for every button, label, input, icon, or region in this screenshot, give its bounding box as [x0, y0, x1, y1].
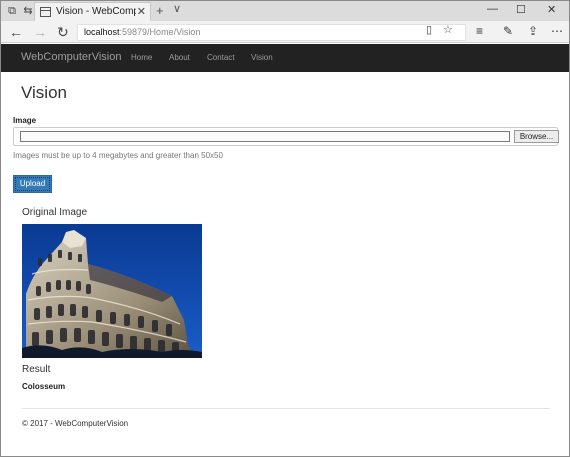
pen-icon[interactable]: ✎ [503, 24, 513, 38]
share-icon[interactable]: ⇪ [528, 24, 538, 38]
brand-link[interactable]: WebComputerVision [21, 51, 121, 63]
nav-about[interactable]: About [169, 53, 190, 62]
address-bar[interactable]: localhost:59879/Home/Vision [77, 24, 466, 41]
footer-text: © 2017 - WebComputerVision [22, 419, 129, 428]
result-heading: Result [22, 364, 51, 375]
original-image [22, 224, 202, 358]
close-window-icon[interactable]: ✕ [547, 3, 556, 16]
browse-button[interactable]: Browse... [514, 130, 559, 143]
refresh-icon[interactable]: ↻ [57, 24, 69, 40]
reading-view-icon[interactable]: ▯ [426, 23, 432, 36]
tab-preview-icon[interactable]: ⇆ [21, 4, 35, 18]
page-title: Vision [21, 83, 67, 102]
tab-close-icon[interactable]: ✕ [137, 5, 146, 18]
url-text[interactable]: localhost:59879/Home/Vision [84, 27, 200, 37]
tab-menu-icon[interactable]: ∨ [173, 2, 181, 15]
more-icon[interactable]: ⋯ [551, 24, 563, 38]
new-tab-icon[interactable]: + [156, 3, 164, 18]
nav-contact[interactable]: Contact [207, 53, 235, 62]
maximize-icon[interactable]: ☐ [516, 3, 526, 16]
page-favicon-icon [40, 7, 51, 17]
upload-button[interactable]: Upload [13, 175, 52, 193]
nav-home[interactable]: Home [131, 53, 152, 62]
set-aside-tabs-icon[interactable]: ⧉ [5, 4, 19, 18]
image-help-text: Images must be up to 4 megabytes and gre… [13, 151, 223, 160]
file-path-field[interactable] [20, 131, 510, 142]
image-field-label: Image [13, 116, 37, 125]
original-image-heading: Original Image [22, 207, 88, 218]
back-icon[interactable]: ← [9, 24, 23, 40]
browser-window: ⧉ ⇆ Vision - WebComputerV ✕ + ∨ — ☐ ✕ ← … [0, 0, 570, 457]
url-host: localhost [84, 27, 120, 37]
result-value: Colosseum [22, 382, 66, 391]
forward-icon[interactable]: → [33, 24, 47, 40]
tab-vision[interactable]: Vision - WebComputerV ✕ [34, 2, 151, 21]
footer-divider [22, 408, 550, 409]
minimize-icon[interactable]: — [487, 3, 498, 15]
url-path: :59879/Home/Vision [119, 27, 201, 37]
site-navbar: WebComputerVision Home About Contact Vis… [1, 44, 569, 72]
favorite-star-icon[interactable]: ☆ [443, 23, 453, 36]
image-file-input[interactable]: Browse... [13, 127, 559, 146]
browser-toolbar: ← → ↻ localhost:59879/Home/Vision ▯ ☆ ≡ … [1, 21, 569, 43]
tab-title: Vision - WebComputerV [56, 6, 136, 17]
tab-bar: ⧉ ⇆ Vision - WebComputerV ✕ + ∨ — ☐ ✕ [1, 1, 569, 21]
hub-icon[interactable]: ≡ [476, 24, 483, 38]
nav-vision[interactable]: Vision [251, 53, 273, 62]
